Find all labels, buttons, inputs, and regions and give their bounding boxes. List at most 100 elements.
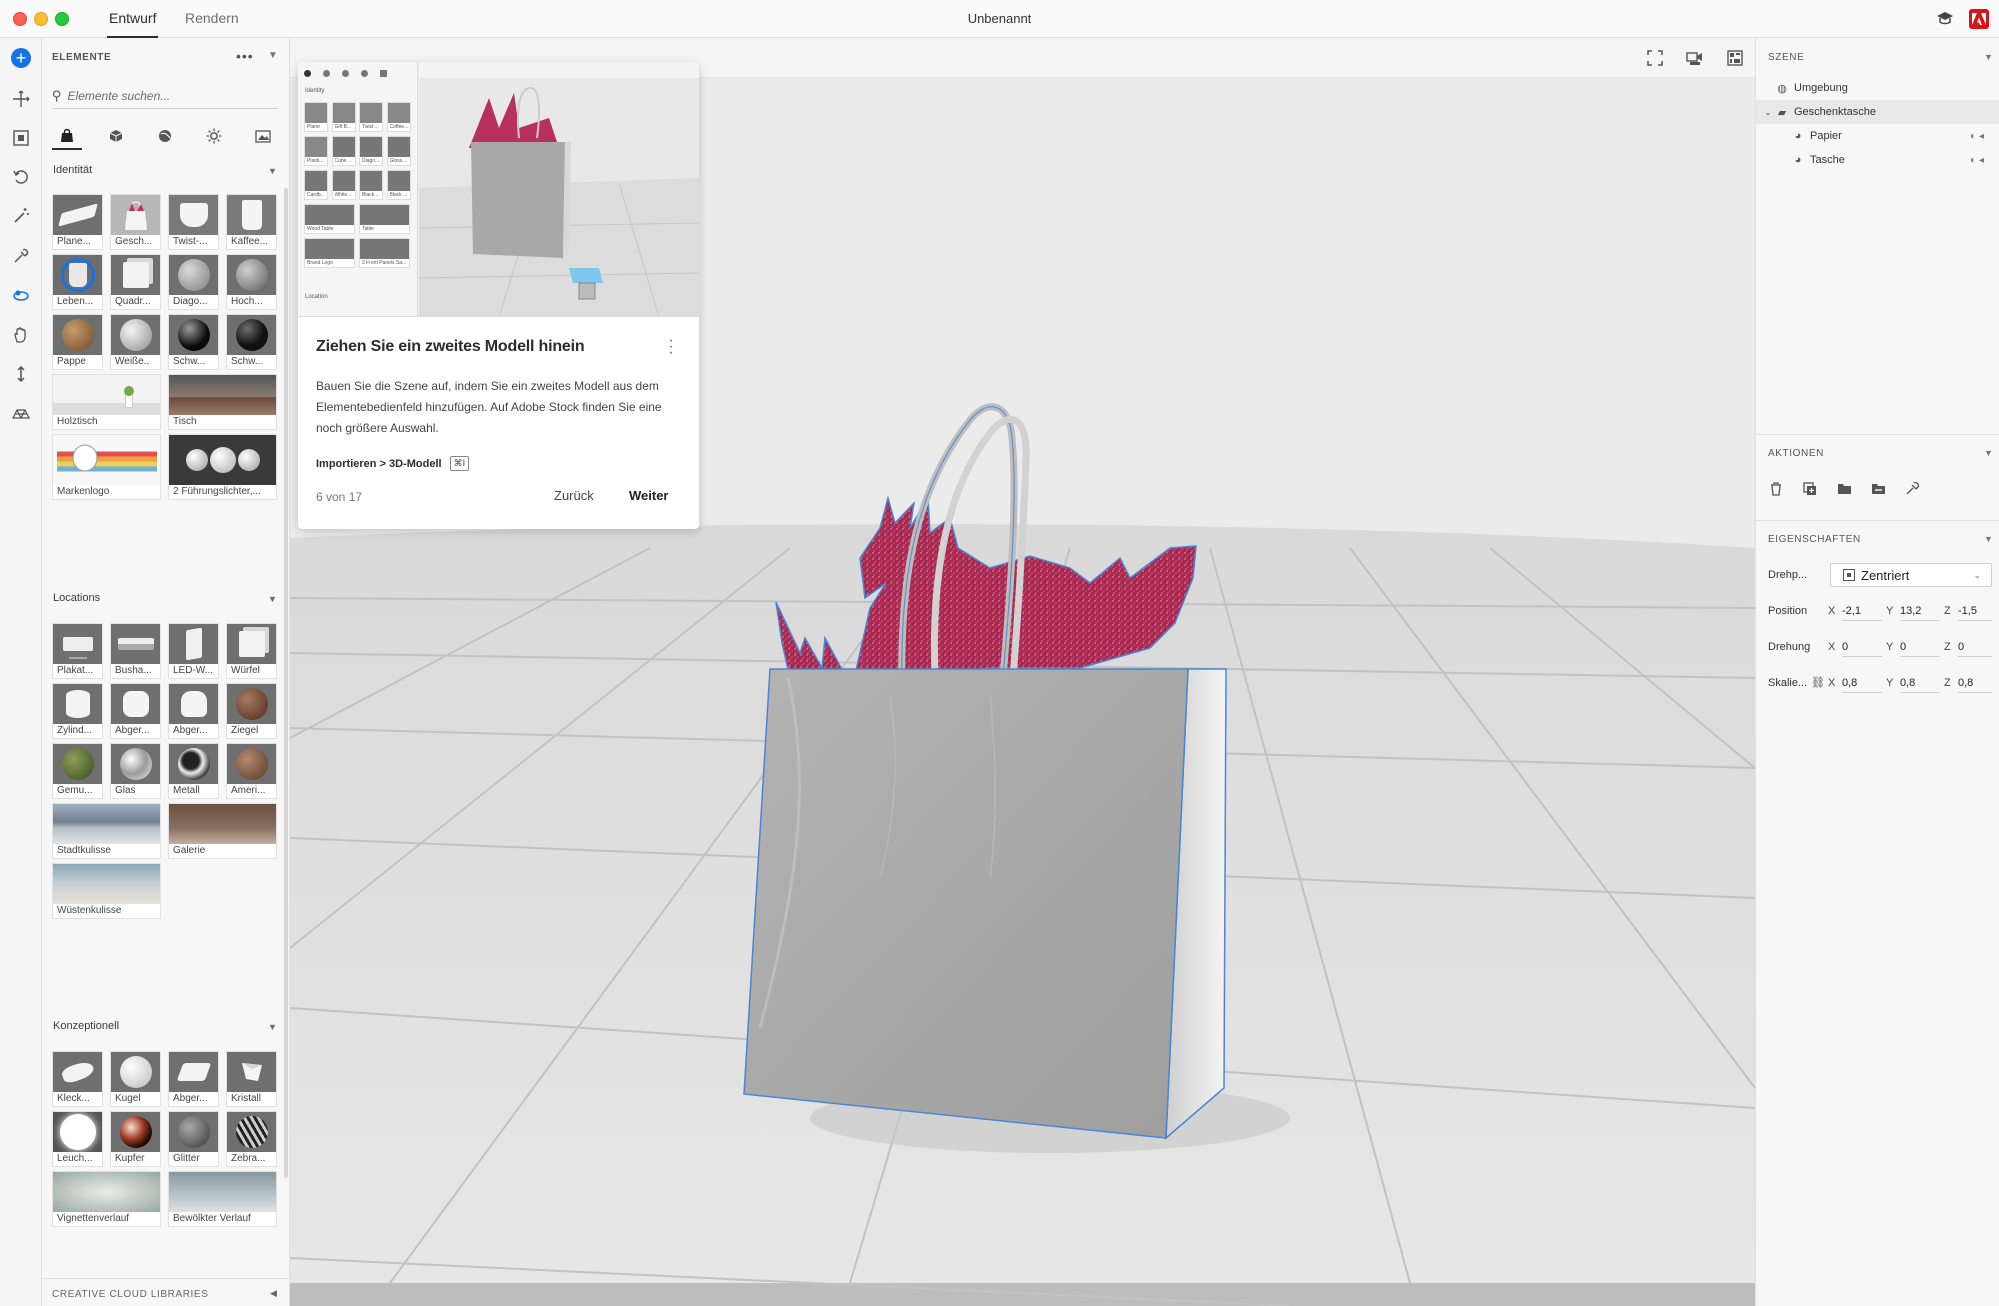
- images-icon[interactable]: [248, 122, 278, 150]
- asset-tile[interactable]: Kaffee...: [226, 194, 277, 250]
- horizon-tool-icon[interactable]: [8, 400, 34, 426]
- asset-tile[interactable]: Gemu...: [52, 743, 103, 799]
- lights-sun-icon[interactable]: [199, 122, 229, 150]
- fullscreen-icon[interactable]: [1644, 47, 1666, 69]
- add-plus-icon[interactable]: +: [11, 48, 31, 68]
- asset-tile[interactable]: Glitter: [168, 1111, 219, 1167]
- asset-tile[interactable]: Weiße..: [110, 314, 161, 370]
- hand-pan-icon[interactable]: [8, 322, 34, 348]
- asset-tile[interactable]: Galerie: [168, 803, 277, 859]
- scene-item-papier[interactable]: ◕ Papier ◐ ◂: [1756, 124, 1999, 148]
- group-folder-icon[interactable]: [1833, 478, 1855, 500]
- duplicate-icon[interactable]: [1799, 478, 1821, 500]
- asset-tile[interactable]: Vignettenverlauf: [52, 1171, 161, 1227]
- asset-tile[interactable]: Metall: [168, 743, 219, 799]
- magic-wand-icon[interactable]: [8, 203, 34, 229]
- materials-cube-icon[interactable]: [101, 122, 131, 150]
- creative-cloud-libraries[interactable]: CREATIVE CLOUD LIBRARIES ◀: [42, 1278, 289, 1306]
- minimize-window-button[interactable]: [34, 12, 48, 26]
- asset-tile[interactable]: Plakat...: [52, 623, 103, 679]
- scale-y-field[interactable]: 0,8: [1900, 677, 1940, 693]
- zoom-window-button[interactable]: [55, 12, 69, 26]
- asset-tile[interactable]: Stadtkulisse: [52, 803, 161, 859]
- rotation-x-field[interactable]: 0: [1842, 641, 1882, 657]
- rotation-z-field[interactable]: 0: [1958, 641, 1992, 657]
- asset-tile[interactable]: Kleck...: [52, 1051, 103, 1107]
- asset-tile[interactable]: Kristall: [226, 1051, 277, 1107]
- scene-item-geschenktasche[interactable]: ⌄ ▰ Geschenktasche: [1756, 100, 1999, 124]
- chevron-down-icon[interactable]: ▼: [1984, 52, 1993, 62]
- asset-tile[interactable]: Leben...: [52, 254, 103, 310]
- adobe-logo-icon[interactable]: [1969, 9, 1989, 29]
- chevron-down-icon[interactable]: ▼: [1984, 448, 1993, 458]
- chevron-down-icon[interactable]: ▼: [268, 50, 278, 61]
- scene-item-tasche[interactable]: ◕ Tasche ◐ ◂: [1756, 148, 1999, 172]
- asset-tile[interactable]: Kugel: [110, 1051, 161, 1107]
- back-button[interactable]: Zurück: [554, 488, 594, 503]
- chevron-down-icon[interactable]: ▼: [1984, 534, 1993, 544]
- asset-tile[interactable]: Abger...: [110, 683, 161, 739]
- chevron-down-icon[interactable]: ▼: [268, 166, 277, 176]
- eyedropper-icon[interactable]: [8, 243, 34, 269]
- asset-tile[interactable]: Zebra...: [226, 1111, 277, 1167]
- chevron-left-icon[interactable]: ◀: [270, 1288, 277, 1299]
- camera-view-icon[interactable]: [1684, 47, 1706, 69]
- asset-tile[interactable]: Markenlogo: [52, 434, 161, 500]
- more-vertical-icon[interactable]: · · ·: [666, 333, 676, 361]
- move-tool-icon[interactable]: [8, 86, 34, 112]
- position-z-field[interactable]: -1,5: [1958, 605, 1992, 621]
- asset-tile[interactable]: Holztisch: [52, 374, 161, 430]
- chevron-down-icon[interactable]: ▼: [268, 1022, 277, 1032]
- asset-tile[interactable]: Tisch: [168, 374, 277, 430]
- dolly-icon[interactable]: [8, 361, 34, 387]
- rotation-y-field[interactable]: 0: [1900, 641, 1940, 657]
- render-preview-icon[interactable]: [1724, 47, 1746, 69]
- asset-tile[interactable]: Pappe: [52, 314, 103, 370]
- asset-tile[interactable]: Ziegel: [226, 683, 277, 739]
- chevron-down-icon[interactable]: ▼: [268, 594, 277, 604]
- asset-tile[interactable]: Twist-...: [168, 194, 219, 250]
- asset-tile[interactable]: Zylind...: [52, 683, 103, 739]
- pivot-dropdown[interactable]: Zentriert ⌄: [1830, 563, 1992, 587]
- visibility-toggle-icon[interactable]: ◐ ◂: [1970, 155, 1984, 166]
- elements-scrollbar[interactable]: [284, 188, 288, 1178]
- position-x-field[interactable]: -2,1: [1842, 605, 1882, 621]
- select-box-icon[interactable]: [8, 125, 34, 151]
- asset-tile[interactable]: 2 Führungslichter,...: [168, 434, 277, 500]
- asset-tile[interactable]: LED-W...: [168, 623, 219, 679]
- delete-trash-icon[interactable]: [1765, 478, 1787, 500]
- section-identitaet[interactable]: Identität: [53, 164, 92, 176]
- section-locations[interactable]: Locations: [53, 592, 100, 604]
- asset-tile[interactable]: Kupfer: [110, 1111, 161, 1167]
- scene-item-umgebung[interactable]: ◍ Umgebung: [1756, 76, 1999, 100]
- learn-icon[interactable]: [1933, 7, 1957, 31]
- asset-tile[interactable]: Busha...: [110, 623, 161, 679]
- next-button[interactable]: Weiter: [629, 488, 669, 503]
- rotate-tool-icon[interactable]: [8, 164, 34, 190]
- orbit-camera-icon[interactable]: [8, 282, 34, 308]
- asset-tile[interactable]: Schw...: [226, 314, 277, 370]
- search-input[interactable]: [67, 88, 258, 103]
- position-y-field[interactable]: 13,2: [1900, 605, 1940, 621]
- asset-tile[interactable]: Abger...: [168, 1051, 219, 1107]
- materials-sphere-icon[interactable]: [150, 122, 180, 150]
- chevron-down-icon[interactable]: ⌄: [1764, 107, 1772, 118]
- section-konzeptionell[interactable]: Konzeptionell: [53, 1020, 119, 1032]
- asset-tile[interactable]: Wüstenkulisse: [52, 863, 161, 919]
- scale-x-field[interactable]: 0,8: [1842, 677, 1882, 693]
- asset-tile[interactable]: Gesch...: [110, 194, 161, 250]
- asset-tile[interactable]: Plane...: [52, 194, 103, 250]
- models-bag-icon[interactable]: [52, 122, 82, 150]
- asset-tile[interactable]: Quadr...: [110, 254, 161, 310]
- tab-rendern[interactable]: Rendern: [185, 10, 239, 26]
- more-options-icon[interactable]: •••: [236, 48, 254, 64]
- asset-tile[interactable]: Glas: [110, 743, 161, 799]
- tab-entwurf[interactable]: Entwurf: [106, 10, 159, 39]
- link-chain-icon[interactable]: ⛓: [1811, 676, 1825, 689]
- asset-tile[interactable]: Würfel: [226, 623, 277, 679]
- asset-tile[interactable]: Diago...: [168, 254, 219, 310]
- sample-eyedropper-icon[interactable]: [1901, 478, 1923, 500]
- asset-tile[interactable]: Hoch...: [226, 254, 277, 310]
- asset-tile[interactable]: Bewölkter Verlauf: [168, 1171, 277, 1227]
- ungroup-folder-icon[interactable]: [1867, 478, 1889, 500]
